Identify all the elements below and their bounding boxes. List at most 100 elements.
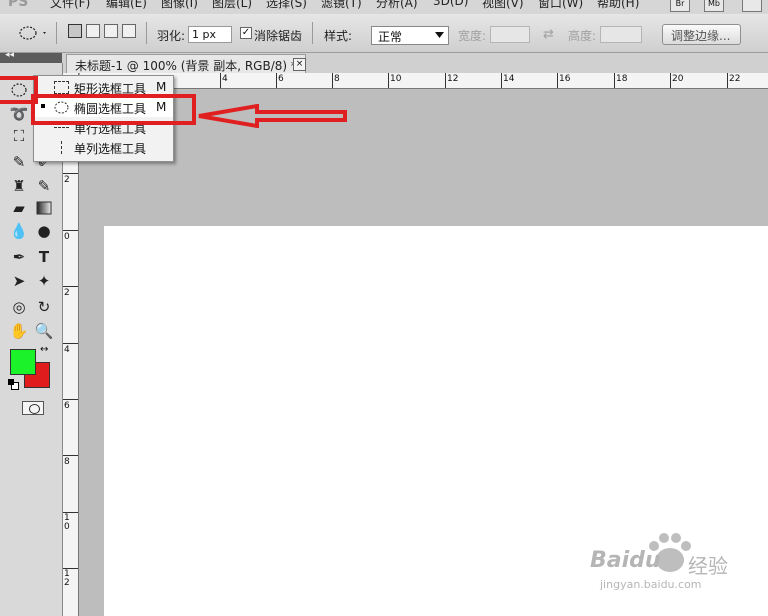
separator [312,22,313,44]
menu-bar: PS 文件(F) 编辑(E) 图像(I) 图层(L) 选择(S) 滤镜(T) 分… [0,0,768,14]
mini-bridge-badge[interactable]: Mb [704,0,724,12]
horizontal-ruler: 4 6 8 10 12 14 16 18 20 22 [80,73,768,89]
eyedropper-tool-icon[interactable]: ✎ [8,151,30,173]
history-brush-icon[interactable]: ✎ [33,175,55,197]
swap-colors-icon[interactable]: ↔ [40,344,48,355]
menu-layer[interactable]: 图层(L) [212,0,252,11]
eraser-tool-icon[interactable]: ▰ [8,197,30,219]
clone-stamp-icon[interactable]: ♜ [8,175,30,197]
app-logo: PS [8,0,29,10]
width-input[interactable] [490,26,530,43]
antialias-checkbox[interactable]: ✓ [240,27,252,39]
document-tab-bar: 未标题-1 @ 100% (背景 副本, RGB/8) * × [62,53,768,74]
annotation-arrow-icon [198,104,347,128]
ruler-tick [557,73,558,88]
add-to-selection-icon[interactable] [86,24,100,38]
menu-item-single-column-marquee[interactable]: 单列选框工具 [34,138,173,157]
type-tool-icon[interactable]: T [33,246,55,268]
crop-tool-icon[interactable]: ⛶ [8,125,30,147]
3d-orbit-icon[interactable]: ↻ [33,296,55,318]
ruler-label: 20 [672,74,684,84]
ruler-label: 2 [64,175,70,185]
baidu-watermark: Baidu 经验 jingyan.baidu.com [590,530,760,600]
annotation-highlight-menu-item [31,94,196,125]
menu-edit[interactable]: 编辑(E) [106,0,147,11]
hand-tool-icon[interactable]: ✋ [8,320,30,342]
default-colors-icon[interactable] [8,379,19,390]
dodge-tool-icon[interactable]: ● [33,220,55,242]
custom-shape-icon[interactable]: ✦ [33,270,55,292]
tool-preset-icon[interactable] [18,25,48,44]
new-selection-icon[interactable] [68,24,82,38]
shortcut-key: M [156,80,167,94]
quick-mask-icon[interactable] [22,401,44,415]
menu-image[interactable]: 图像(I) [161,0,198,11]
collapse-icon[interactable]: ◂◂ [5,50,14,60]
3d-rotate-icon[interactable]: ◎ [8,296,30,318]
separator [146,22,147,44]
ruler-label: 8 [334,74,340,84]
menu-window[interactable]: 窗口(W) [538,0,583,11]
intersect-selection-icon[interactable] [122,24,136,38]
refine-edge-label: 调整边缘... [671,29,731,43]
ruler-label: 12 [64,569,70,588]
bridge-badge[interactable]: Br [670,0,690,12]
ruler-tick [220,73,221,88]
ruler-label: 6 [64,401,70,411]
ruler-label: 22 [729,74,741,84]
ruler-label: 2 [64,288,70,298]
width-label: 宽度: [458,29,487,43]
ruler-tick [670,73,671,88]
style-label: 样式: [324,29,353,43]
menu-select[interactable]: 选择(S) [266,0,307,11]
watermark-cn: 经验 [688,554,728,578]
height-label: 高度: [568,29,597,43]
toolbox-header[interactable]: ◂◂ [0,50,62,63]
style-select-value: 正常 [378,30,403,44]
ruler-label: 6 [278,74,284,84]
menu-view[interactable]: 视图(V) [482,0,524,11]
menu-3d[interactable]: 3D(D) [433,0,468,8]
screen-mode-icon[interactable] [742,0,762,12]
ruler-tick [445,73,446,88]
lasso-tool-icon[interactable]: ➰ [8,103,30,125]
zoom-tool-icon[interactable]: 🔍 [33,320,55,342]
watermark-brand: Baidu [590,548,661,573]
close-tab-icon[interactable]: × [293,58,306,71]
ruler-tick [276,73,277,88]
pen-tool-icon[interactable]: ✒ [8,246,30,268]
ruler-label: 18 [616,74,628,84]
document-tab[interactable]: 未标题-1 @ 100% (背景 副本, RGB/8) * × [66,54,306,73]
ruler-tick [62,286,78,287]
height-input[interactable] [600,26,642,43]
ruler-label: 8 [64,457,70,467]
menu-filter[interactable]: 滤镜(T) [321,0,362,11]
ruler-label: 12 [447,74,459,84]
ruler-tick [501,73,502,88]
path-selection-icon[interactable]: ➤ [8,270,30,292]
ruler-tick [62,455,78,456]
style-select[interactable]: 正常 [371,26,449,45]
rect-marquee-icon [54,81,69,94]
menu-help[interactable]: 帮助(H) [597,0,639,11]
menu-item-label: 单列选框工具 [74,142,147,156]
foreground-color-swatch[interactable] [10,349,36,375]
ruler-label: 10 [390,74,402,84]
single-column-icon [61,141,63,154]
ruler-label: 0 [64,232,70,242]
options-bar: 羽化: 1 px ✓ 消除锯齿 样式: 正常 宽度: ⇄ 高度: 调整边缘... [0,14,768,53]
separator [56,22,57,44]
feather-input[interactable]: 1 px [188,26,232,43]
ruler-tick [62,173,78,174]
gradient-tool-icon[interactable] [33,197,55,219]
ruler-label: 10 [64,513,70,532]
menu-file[interactable]: 文件(F) [50,0,90,11]
menu-analysis[interactable]: 分析(A) [376,0,418,11]
chevron-down-icon [435,32,444,38]
swap-dimensions-icon[interactable]: ⇄ [543,27,554,42]
refine-edge-button[interactable]: 调整边缘... [662,24,741,45]
ruler-label: 16 [559,74,571,84]
ruler-tick [62,343,78,344]
blur-tool-icon[interactable]: 💧 [8,220,30,242]
subtract-selection-icon[interactable] [104,24,118,38]
